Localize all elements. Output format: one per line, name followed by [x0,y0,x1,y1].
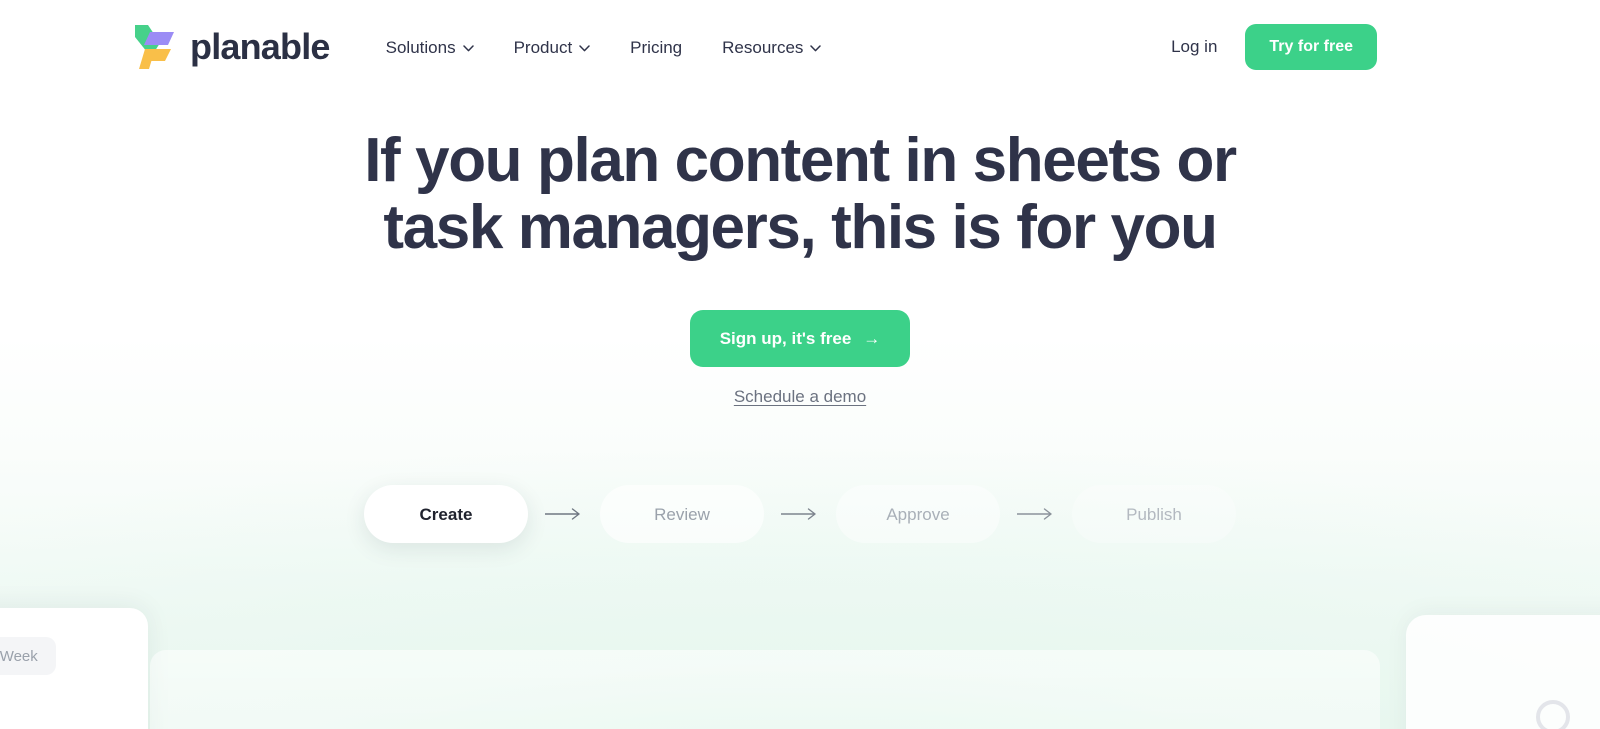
brand-wordmark: planable [190,26,330,67]
preview-card-right [1406,615,1600,729]
workflow-step-label: Create [419,504,473,524]
planable-logo-icon [133,23,177,71]
preview-card-main [150,650,1380,729]
chevron-down-icon [579,44,590,52]
calendar-view-toggle: Month Week [0,637,56,675]
page-title: If you plan content in sheets or task ma… [350,126,1250,262]
workflow-arrow-icon [1000,508,1072,520]
hero-section: If you plan content in sheets or task ma… [0,126,1600,407]
workflow-arrow-icon [764,508,836,520]
site-header: planable Solutions Product Pricing Resou… [0,0,1600,94]
workflow-step-review[interactable]: Review [600,485,764,543]
header-actions: Log in Try for free [1167,24,1377,70]
preview-avatar [1536,700,1570,729]
nav-item-product[interactable]: Product [514,33,591,62]
page-background: planable Solutions Product Pricing Resou… [0,0,1600,729]
page-title-line-1: If you plan content in sheets or [364,126,1237,195]
page-title-line-2: task managers, this is for you [383,192,1218,262]
workflow-step-label: Publish [1126,504,1182,524]
workflow-arrow-icon [528,508,600,520]
workflow-step-publish[interactable]: Publish [1072,485,1236,543]
chevron-down-icon [810,44,822,52]
try-for-free-button[interactable]: Try for free [1245,24,1377,70]
sign-up-button-label: Sign up, it's free [719,328,852,348]
view-toggle-week[interactable]: Week [0,641,52,672]
sign-up-button[interactable]: Sign up, it's free → [689,309,911,367]
nav-item-label: Resources [722,37,804,57]
nav-item-label: Solutions [385,37,456,57]
nav-item-resources[interactable]: Resources [722,33,822,62]
nav-item-pricing[interactable]: Pricing [630,33,682,62]
chevron-down-icon [462,44,474,52]
workflow-step-label: Approve [886,504,950,524]
workflow-step-approve[interactable]: Approve [836,485,1000,543]
nav-item-solutions[interactable]: Solutions [386,33,474,62]
schedule-demo-link[interactable]: Schedule a demo [734,387,866,407]
workflow-step-label: Review [654,504,710,524]
nav-item-label: Product [513,37,573,57]
workflow-steps: Create Review Approve Publish [0,485,1600,543]
login-link[interactable]: Log in [1167,31,1221,63]
primary-nav: Solutions Product Pricing Resources [386,33,822,62]
workflow-step-create[interactable]: Create [364,485,528,543]
arrow-right-icon: → [863,328,881,348]
brand-logo-link[interactable]: planable [133,23,330,71]
nav-item-label: Pricing [630,37,683,57]
